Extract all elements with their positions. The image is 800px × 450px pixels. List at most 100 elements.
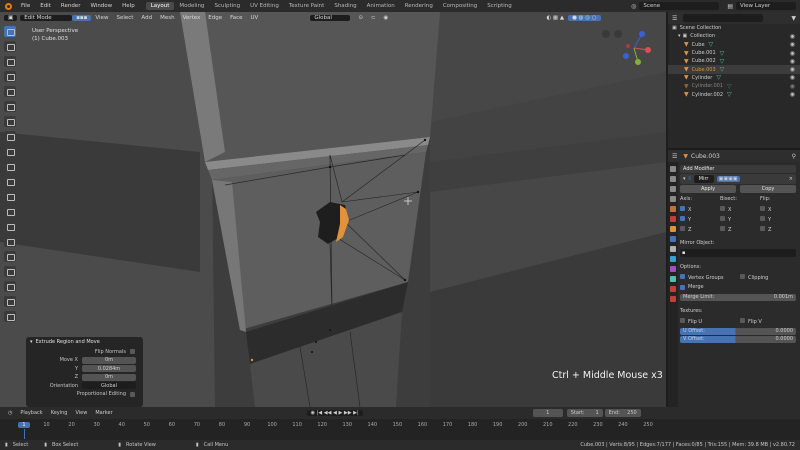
tab-modeling[interactable]: Modeling [174, 2, 209, 10]
flip-normals-checkbox[interactable] [130, 349, 135, 354]
menu-edit[interactable]: Edit [35, 3, 56, 9]
viewport-menu-add[interactable]: Add [137, 15, 156, 21]
viewport-menu-uv[interactable]: UV [247, 15, 263, 21]
tab-layout[interactable]: Layout [145, 2, 175, 10]
move-x-field[interactable]: 0m [82, 356, 136, 364]
snap-icon[interactable]: ⊂ [367, 15, 380, 21]
select-mode-icons[interactable]: ▪▪▪ [72, 14, 92, 21]
pivot-icon[interactable]: ⊙ [354, 15, 367, 21]
view-layer-selector[interactable]: View Layer [736, 2, 796, 10]
move-tool-icon[interactable] [4, 56, 16, 67]
particles-tab-icon[interactable] [670, 246, 676, 252]
playback-controls[interactable]: ◉ |◀ ◀◀ ◀ ▶ ▶▶ ▶| [306, 410, 363, 416]
tab-animation[interactable]: Animation [362, 2, 400, 10]
outliner-editor-icon[interactable]: ☰ [672, 15, 677, 22]
filter-icon[interactable]: ▼ [791, 15, 796, 22]
proportional-editing-checkbox[interactable] [130, 391, 135, 397]
timeline-menu-view[interactable]: View [71, 410, 91, 416]
move-z-field[interactable]: 0m [82, 373, 136, 381]
flip-x-checkbox[interactable] [760, 205, 765, 211]
menu-window[interactable]: Window [85, 3, 117, 9]
tool-tab-icon[interactable] [670, 166, 676, 172]
select-box-tool-icon[interactable] [4, 26, 16, 37]
scene-selector[interactable]: Scene [639, 2, 720, 10]
timeline-menu-marker[interactable]: Marker [91, 410, 116, 416]
knife-tool-icon[interactable] [4, 206, 16, 217]
timeline-ruler[interactable]: 1 10 20 30 40 50 60 70 80 90 100 110 120 130 140 150 160… [0, 419, 800, 440]
merge-limit-field[interactable]: Merge Limit: 0.001m [680, 293, 796, 301]
menu-render[interactable]: Render [56, 3, 86, 9]
viewport-menu-edge[interactable]: Edge [204, 15, 226, 21]
flip-y-checkbox[interactable] [760, 215, 765, 221]
end-frame-field[interactable]: End: 250 [604, 409, 641, 417]
navigation-gizmo[interactable] [602, 28, 658, 68]
mode-selector[interactable]: Edit Mode [20, 14, 73, 21]
scene-tab-icon[interactable] [670, 206, 676, 212]
viewport-menu-face[interactable]: Face [226, 15, 246, 21]
smooth-tool-icon[interactable] [4, 251, 16, 262]
menu-help[interactable]: Help [117, 3, 140, 9]
flip-v-checkbox[interactable] [740, 317, 745, 323]
visibility-eye-icon[interactable]: ◉ [790, 83, 795, 90]
annotate-tool-icon[interactable] [4, 116, 16, 127]
cursor-tool-icon[interactable] [4, 41, 16, 52]
bevel-tool-icon[interactable] [4, 176, 16, 187]
apply-button[interactable]: Apply [680, 185, 736, 193]
viewport-menu-select[interactable]: Select [112, 15, 137, 21]
physics-tab-icon[interactable] [670, 256, 676, 262]
modifier-collapse-icon[interactable]: ▾ [683, 176, 686, 182]
current-frame-field[interactable]: 1 [532, 409, 563, 417]
extrude-tool-icon[interactable] [4, 146, 16, 157]
bisect-y-checkbox[interactable] [720, 215, 725, 221]
visibility-eye-icon[interactable]: ◉ [790, 33, 795, 40]
flip-u-checkbox[interactable] [680, 317, 685, 323]
expand-icon[interactable]: ▾ [678, 33, 681, 39]
outliner-item[interactable]: ▼ Cylinder.001 ▽ ◉ [668, 82, 800, 90]
tab-texture-paint[interactable]: Texture Paint [284, 2, 330, 10]
object-tab-icon[interactable] [670, 226, 676, 232]
tab-sculpting[interactable]: Sculpting [209, 2, 245, 10]
tab-shading[interactable]: Shading [329, 2, 361, 10]
inset-tool-icon[interactable] [4, 161, 16, 172]
flip-z-checkbox[interactable] [760, 225, 765, 231]
timeline-editor-icon[interactable]: ◷ [4, 410, 16, 416]
poly-build-tool-icon[interactable] [4, 221, 16, 232]
transform-tool-icon[interactable] [4, 101, 16, 112]
visibility-eye-icon[interactable]: ◉ [790, 91, 795, 98]
viewport-menu-mesh[interactable]: Mesh [156, 15, 178, 21]
modifier-name-field[interactable]: Mirr [693, 175, 714, 183]
pin-icon[interactable]: ⚲ [792, 153, 796, 160]
shrink-tool-icon[interactable] [4, 281, 16, 292]
outliner-item[interactable]: ▼ Cylinder ▽ ◉ [668, 74, 800, 82]
viewport-menu-vertex[interactable]: Vertex [179, 15, 205, 21]
shear-tool-icon[interactable] [4, 296, 16, 307]
overlay-icons[interactable]: ◐ ▦ ▲ [542, 15, 568, 21]
vertex-groups-checkbox[interactable] [680, 273, 685, 279]
measure-tool-icon[interactable] [4, 131, 16, 142]
proportional-icon[interactable]: ◉ [380, 15, 393, 21]
outliner-collection[interactable]: ▾ ▣ Collection ◉ [668, 32, 800, 40]
tab-uv-editing[interactable]: UV Editing [245, 2, 284, 10]
visibility-eye-icon[interactable]: ◉ [790, 58, 795, 65]
material-tab-icon[interactable] [670, 286, 676, 292]
modifier-close-icon[interactable]: × [789, 176, 793, 182]
outliner-item[interactable]: ▼ Cube ▽ ◉ [668, 41, 800, 49]
playhead[interactable] [24, 429, 25, 439]
shading-icons[interactable]: ● ◍ ◎ ○ [568, 14, 601, 21]
render-tab-icon[interactable] [670, 176, 676, 182]
loop-cut-tool-icon[interactable] [4, 191, 16, 202]
properties-editor-icon[interactable]: ☰ [672, 153, 677, 160]
rip-tool-icon[interactable] [4, 311, 16, 322]
editor-type-icon[interactable]: ▣ [4, 14, 18, 21]
axis-z-checkbox[interactable] [680, 225, 685, 231]
v-offset-field[interactable]: V Offset: 0.0000 [680, 335, 796, 343]
start-frame-field[interactable]: Start: 1 [566, 409, 603, 417]
viewport-menu-view[interactable]: View [91, 15, 112, 21]
view-layer-tab-icon[interactable] [670, 196, 676, 202]
modifier-toggle-icons[interactable]: ▣▣▣▣ [716, 176, 740, 182]
visibility-eye-icon[interactable]: ◉ [790, 74, 795, 81]
move-y-field[interactable]: 0.0284m [82, 365, 136, 372]
tab-compositing[interactable]: Compositing [438, 2, 482, 10]
spin-tool-icon[interactable] [4, 236, 16, 247]
clipping-checkbox[interactable] [740, 273, 745, 279]
